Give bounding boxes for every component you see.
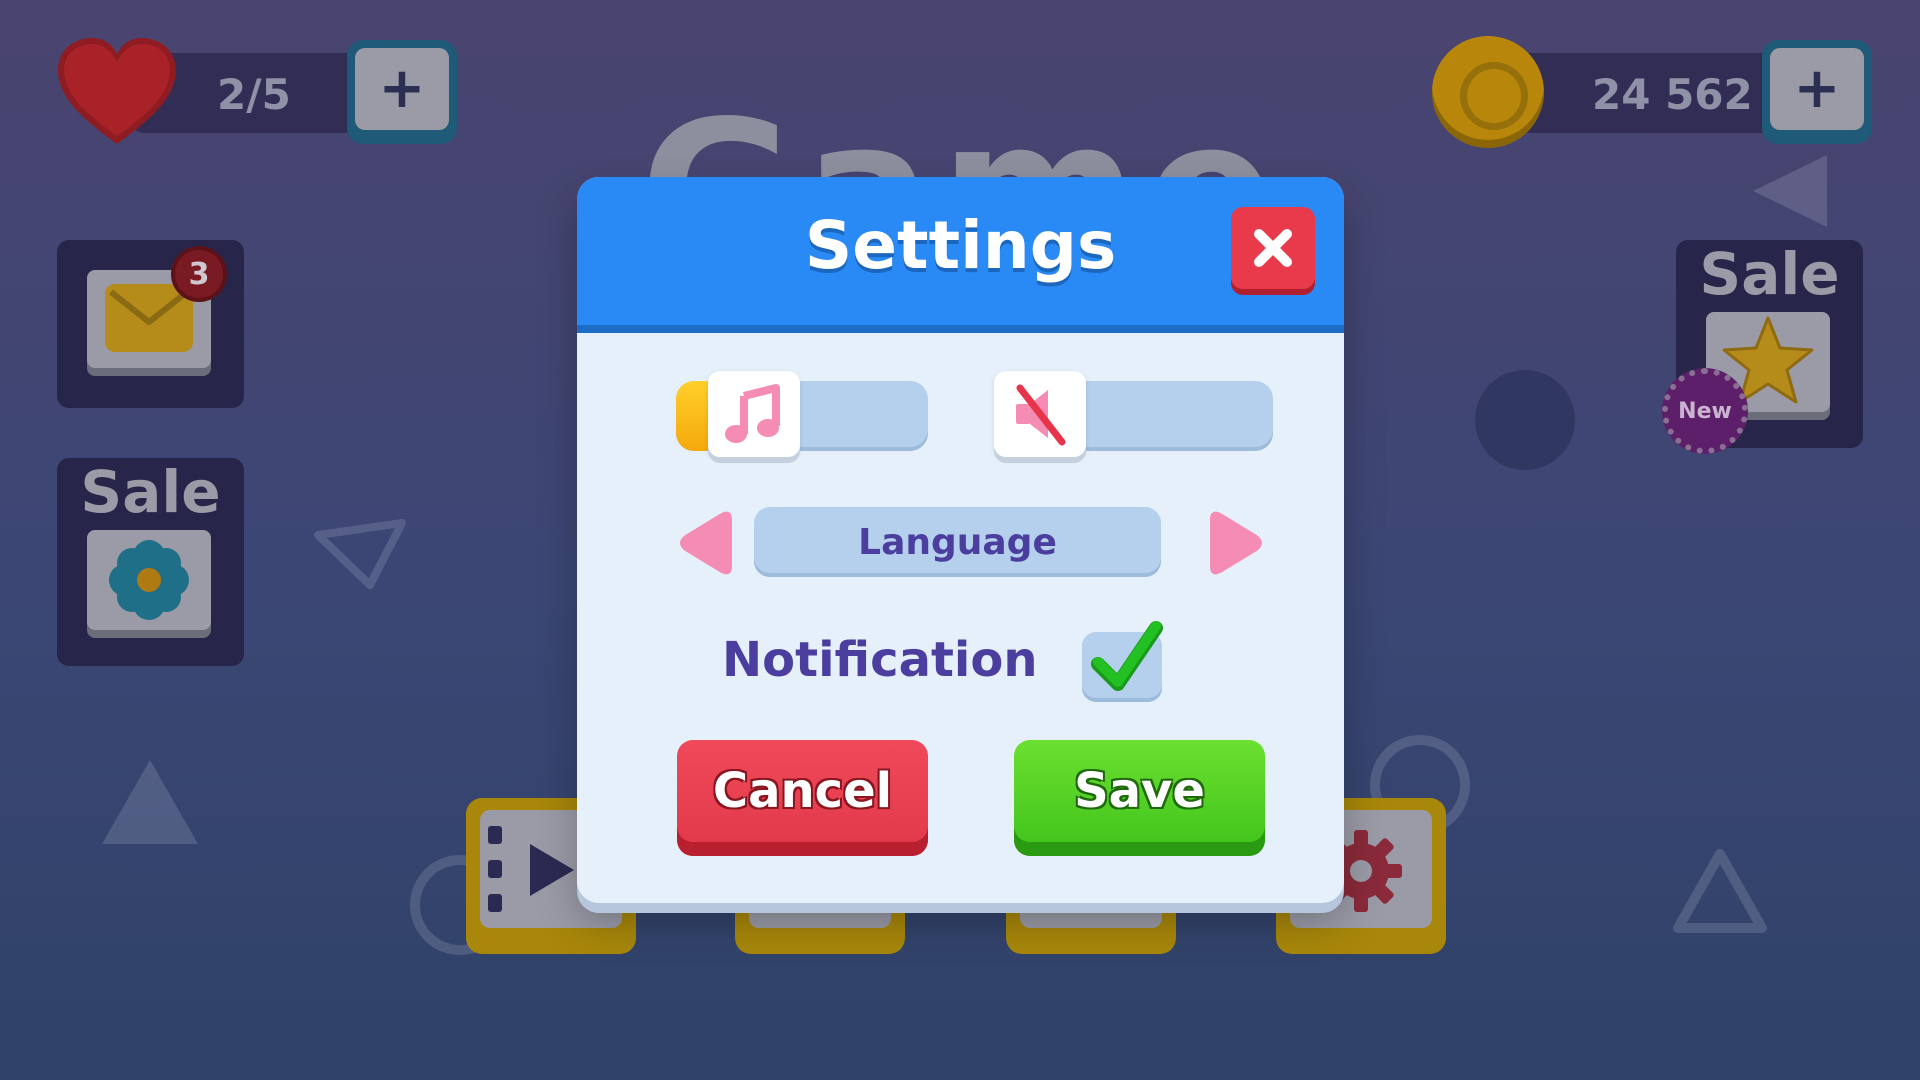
language-selector[interactable]: Language — [754, 507, 1161, 577]
language-prev-arrow[interactable] — [676, 509, 736, 577]
language-next-arrow[interactable] — [1206, 509, 1266, 577]
music-slider-knob[interactable] — [708, 371, 800, 457]
save-button[interactable]: Save — [1014, 740, 1265, 856]
sound-slider-knob[interactable] — [994, 371, 1086, 457]
dialog-title: Settings — [804, 207, 1117, 284]
settings-dialog: Settings Language Notification Cancel Sa… — [577, 177, 1344, 903]
close-icon — [1254, 229, 1292, 267]
cancel-button[interactable]: Cancel — [677, 740, 928, 856]
notification-checkbox[interactable] — [1082, 621, 1163, 702]
sound-muted-icon — [1016, 384, 1066, 446]
close-button[interactable] — [1231, 207, 1315, 289]
checkmark-icon — [1091, 621, 1163, 691]
notification-label: Notification — [722, 632, 1038, 688]
music-note-icon — [725, 384, 780, 443]
